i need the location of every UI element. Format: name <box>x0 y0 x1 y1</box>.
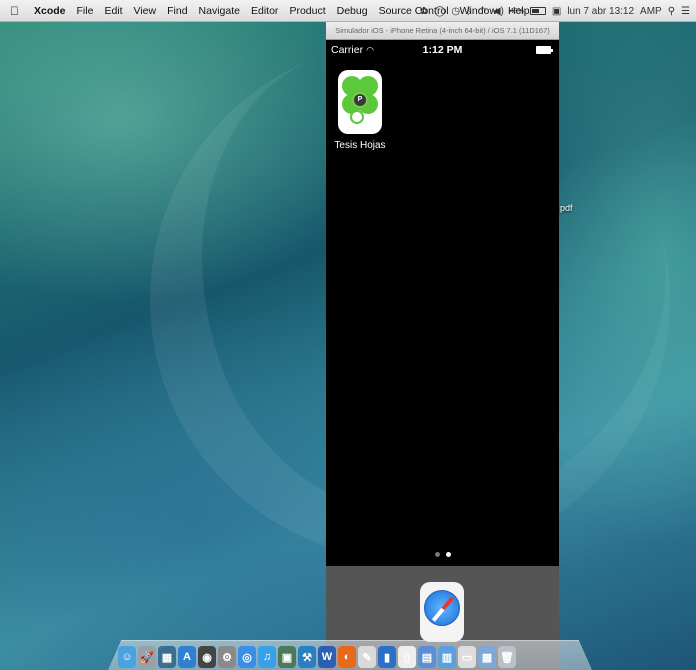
stack-icon[interactable]: ▭ <box>458 646 476 668</box>
bluetooth-icon[interactable]: ᛒ <box>466 6 472 17</box>
document-icon[interactable]: ▯ <box>398 646 416 668</box>
system-prefs-icon[interactable]: ⚙ <box>218 646 236 668</box>
evernote-icon[interactable]: ✿ <box>420 6 428 17</box>
wifi-icon[interactable]: ◠ <box>478 6 487 17</box>
menu-extras: ✿ ◯ ◷ ᛒ ◠ ◀) 48% ▣ lun 7 abr 13:12 AMP ⚲… <box>420 0 690 22</box>
spotlight-icon[interactable]: ⚲ <box>668 6 675 17</box>
desktop-file-label[interactable]: pdf <box>560 203 573 213</box>
downloads-icon[interactable]: ▥ <box>438 646 456 668</box>
finder-icon[interactable]: ☺ <box>118 646 136 668</box>
app-label: Tesis Hojas <box>334 140 386 151</box>
menu-file[interactable]: File <box>77 5 94 17</box>
volume-icon[interactable]: ◀) <box>493 6 504 17</box>
app-menu[interactable]: Xcode <box>34 5 66 17</box>
menu-bar:  Xcode File Edit View Find Navigate Edi… <box>0 0 696 22</box>
page-dot-active[interactable] <box>445 552 451 557</box>
menu-find[interactable]: Find <box>167 5 187 17</box>
simulator-title[interactable]: Simulador iOS - iPhone Retina (4-inch 64… <box>326 22 559 40</box>
menu-view[interactable]: View <box>134 5 157 17</box>
menu-debug[interactable]: Debug <box>337 5 368 17</box>
app-store-icon[interactable]: A <box>178 646 196 668</box>
folder-icon[interactable]: ▤ <box>418 646 436 668</box>
mission-control-icon[interactable]: ▦ <box>158 646 176 668</box>
menu-editor[interactable]: Editor <box>251 5 278 17</box>
compass-needle <box>431 596 455 622</box>
page-indicator[interactable] <box>326 552 559 557</box>
itunes-icon[interactable]: ♫ <box>258 646 276 668</box>
menu-edit[interactable]: Edit <box>104 5 122 17</box>
safari-dock-icon[interactable]: ◎ <box>238 646 256 668</box>
simulator-icon[interactable]: ▮ <box>378 646 396 668</box>
launchpad-icon[interactable]: 🚀 <box>138 646 156 668</box>
window-icon[interactable]: ▦ <box>478 646 496 668</box>
word-icon[interactable]: W <box>318 646 336 668</box>
battery-icon[interactable] <box>529 7 546 15</box>
battery-percent[interactable]: 48% <box>510 8 524 15</box>
compass-icon <box>424 590 460 626</box>
time-machine-icon[interactable]: ◷ <box>451 6 460 17</box>
clock[interactable]: lun 7 abr 13:12 <box>567 6 634 17</box>
trash-icon[interactable]: 🗑 <box>498 646 516 668</box>
notification-center-icon[interactable]: ☰ <box>681 6 690 17</box>
page-dot[interactable] <box>434 552 440 557</box>
ios-battery-icon <box>536 46 553 54</box>
firefox-icon[interactable]: ◐ <box>338 646 356 668</box>
mac-dock: ☺ 🚀 ▦ A ◉ ⚙ ◎ ♫ ▣ ⚒ W ◐ ✎ ▮ ▯ ▤ ▥ ▭ ▦ 🗑 <box>118 636 516 668</box>
input-source-icon[interactable]: ▣ <box>552 6 561 17</box>
safari-app-icon[interactable] <box>420 582 464 642</box>
preview-icon[interactable]: ▣ <box>278 646 296 668</box>
ios-time: 1:12 PM <box>422 44 463 56</box>
simulator-window: Simulador iOS - iPhone Retina (4-inch 64… <box>326 22 559 670</box>
ios-status-bar: Carrier ◠ 1:12 PM <box>326 40 559 60</box>
menu-navigate[interactable]: Navigate <box>199 5 240 17</box>
clover-letter: P <box>352 92 368 108</box>
sync-icon[interactable]: ◯ <box>434 6 445 17</box>
menu-product[interactable]: Product <box>289 5 325 17</box>
clover-app-icon[interactable]: P <box>338 70 382 134</box>
home-app-tesis-hojas[interactable]: P Tesis Hojas <box>334 70 386 151</box>
xcode-icon[interactable]: ⚒ <box>298 646 316 668</box>
user-name[interactable]: AMP <box>640 6 662 17</box>
textedit-icon[interactable]: ✎ <box>358 646 376 668</box>
apple-menu-icon[interactable]:  <box>10 4 24 18</box>
dashboard-icon[interactable]: ◉ <box>198 646 216 668</box>
